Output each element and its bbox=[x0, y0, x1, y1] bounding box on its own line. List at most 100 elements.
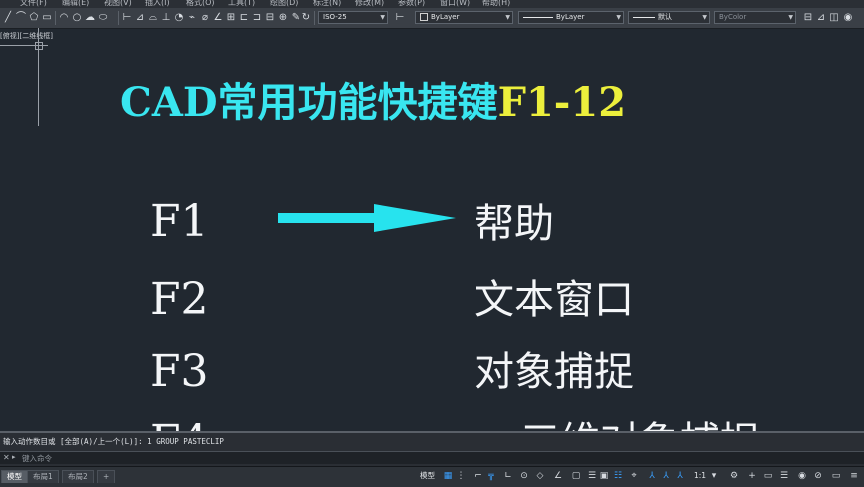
lineweight-select[interactable]: 默认 ▼ bbox=[628, 11, 710, 24]
menu-insert[interactable]: 插入(I) bbox=[145, 0, 170, 8]
slide-title: CAD常用功能快捷键F1-12 bbox=[120, 76, 626, 130]
isolate-objects-icon[interactable]: ◉ bbox=[796, 470, 808, 482]
color-select[interactable]: ByLayer ▼ bbox=[415, 11, 513, 24]
chevron-down-icon[interactable]: ▾ bbox=[708, 470, 720, 482]
circle-icon[interactable]: ○ bbox=[71, 12, 83, 24]
command-history: 输入动作数目或 [全部(A)/上一个(L)]: 1 GROUP PASTECLI… bbox=[3, 437, 224, 446]
customization-icon[interactable]: ≡ bbox=[848, 470, 860, 482]
line-icon[interactable]: ╱ bbox=[2, 12, 14, 24]
menu-draw[interactable]: 绘图(D) bbox=[270, 0, 298, 8]
polyline-icon[interactable]: ⌒ bbox=[15, 12, 27, 24]
command-input-bar[interactable]: ✕ ▸ 键入命令 bbox=[0, 451, 864, 464]
slide-title-main: CAD常用功能快捷键 bbox=[120, 79, 498, 126]
menu-tools[interactable]: 工具(T) bbox=[228, 0, 255, 8]
annotation-visibility-icon[interactable]: ⅄ bbox=[646, 470, 658, 482]
linetype-select[interactable]: ByLayer ▼ bbox=[518, 11, 624, 24]
arrow-shape bbox=[278, 204, 456, 232]
shortcut-desc-f1: 帮助 bbox=[474, 201, 554, 247]
polar-icon[interactable]: ⊙ bbox=[518, 470, 530, 482]
quick-properties-icon[interactable]: ☰ bbox=[778, 470, 790, 482]
cursor-pickbox bbox=[35, 42, 43, 50]
lineweight-sample-icon bbox=[633, 16, 655, 18]
clean-screen-icon[interactable]: ▭ bbox=[830, 470, 842, 482]
dimension-style-select[interactable]: ISO-25 ▼ bbox=[318, 11, 388, 24]
linetype-sample-icon bbox=[523, 16, 553, 18]
cloud-icon[interactable]: ☁ bbox=[84, 12, 96, 24]
dim-style-manager-icon[interactable]: ⊢ bbox=[394, 12, 406, 24]
dim-update-icon[interactable]: ↻ bbox=[300, 12, 312, 24]
menu-help[interactable]: 帮助(H) bbox=[482, 0, 510, 8]
3d-osnap-icon[interactable]: ⌖ bbox=[628, 470, 640, 482]
menu-view[interactable]: 视图(V) bbox=[104, 0, 132, 8]
command-window: 输入动作数目或 [全部(A)/上一个(L)]: 1 GROUP PASTECLI… bbox=[0, 431, 864, 470]
annotation-scale-value[interactable]: 1:1 bbox=[694, 470, 706, 482]
dim-ordinate-icon[interactable]: ⊥ bbox=[160, 12, 172, 24]
slide-title-range: F1-12 bbox=[497, 79, 627, 126]
toolbar-separator bbox=[118, 11, 119, 25]
chevron-down-icon: ▼ bbox=[788, 14, 793, 21]
linetype-value: ByLayer bbox=[556, 13, 585, 21]
isolate-layer-icon[interactable]: ◉ bbox=[842, 12, 854, 24]
dim-radius-icon[interactable]: ◔ bbox=[173, 12, 185, 24]
command-customize-icon[interactable]: ▸ bbox=[12, 453, 16, 461]
dynamic-input-icon[interactable]: ╦ bbox=[485, 470, 497, 482]
menu-modify[interactable]: 修改(M) bbox=[355, 0, 384, 8]
menu-window[interactable]: 窗口(W) bbox=[440, 0, 470, 8]
dim-jogged-icon[interactable]: ⌁ bbox=[186, 12, 198, 24]
tab-model[interactable]: 模型 bbox=[1, 470, 28, 483]
workspace-gear-icon[interactable]: ⚙ bbox=[728, 470, 740, 482]
add-layout-button[interactable]: + bbox=[97, 470, 116, 483]
status-bar: 模型 布局1 布局2 + 模型 ▦ ⋮ ⌐ ╦ ∟ ⊙ ◇ ∠ ▢ ☰ ▣ ☷ … bbox=[0, 466, 864, 487]
center-mark-icon[interactable]: ⊕ bbox=[277, 12, 289, 24]
grid-icon[interactable]: ▦ bbox=[442, 470, 454, 482]
toolbar-separator bbox=[314, 11, 315, 25]
dim-continue-icon[interactable]: ⊐ bbox=[251, 12, 263, 24]
menu-dimension[interactable]: 标注(N) bbox=[313, 0, 341, 8]
dim-angular-icon[interactable]: ∠ bbox=[212, 12, 224, 24]
ellipse-icon[interactable]: ⬭ bbox=[97, 12, 109, 24]
lineweight-icon[interactable]: ☰ bbox=[586, 470, 598, 482]
auto-scale-icon[interactable]: ⅄ bbox=[660, 470, 672, 482]
isodraft-icon[interactable]: ◇ bbox=[534, 470, 546, 482]
units-icon[interactable]: ▭ bbox=[762, 470, 774, 482]
snap-icon[interactable]: ⋮ bbox=[455, 470, 467, 482]
infer-icon[interactable]: ⌐ bbox=[472, 470, 484, 482]
menu-parametric[interactable]: 参数(P) bbox=[398, 0, 425, 8]
dim-baseline-icon[interactable]: ⊏ bbox=[238, 12, 250, 24]
menu-format[interactable]: 格式(O) bbox=[186, 0, 215, 8]
ortho-icon[interactable]: ∟ bbox=[502, 470, 514, 482]
viewport-controls-label[interactable]: [俯视][二维线框] bbox=[0, 31, 53, 41]
close-icon[interactable]: ✕ bbox=[3, 453, 10, 462]
rectangle-icon[interactable]: ▭ bbox=[41, 12, 53, 24]
tab-layout1[interactable]: 布局1 bbox=[27, 470, 59, 483]
dim-aligned-icon[interactable]: ⊿ bbox=[134, 12, 146, 24]
chevron-down-icon: ▼ bbox=[616, 14, 621, 21]
annotation-scale-icon[interactable]: ⅄ bbox=[674, 470, 686, 482]
plot-style-select[interactable]: ByColor ▼ bbox=[714, 11, 796, 24]
model-space-label[interactable]: 模型 bbox=[420, 470, 435, 482]
shortcut-key-f2: F2 bbox=[150, 274, 209, 325]
dim-diameter-icon[interactable]: ⌀ bbox=[199, 12, 211, 24]
transparency-icon[interactable]: ▣ bbox=[598, 470, 610, 482]
selection-cycling-icon[interactable]: ☷ bbox=[612, 470, 624, 482]
command-input[interactable]: 键入命令 bbox=[22, 453, 52, 464]
dim-arc-icon[interactable]: ⌓ bbox=[147, 12, 159, 24]
polygon-icon[interactable]: ⬠ bbox=[28, 12, 40, 24]
layer-states-icon[interactable]: ◫ bbox=[828, 12, 840, 24]
shortcut-desc-f2: 文本窗口 bbox=[474, 277, 634, 323]
toolbar: ╱ ⌒ ⬠ ▭ ◠ ○ ☁ ⬭ ⊢ ⊿ ⌓ ⊥ ◔ ⌁ ⌀ ∠ ⊞ ⊏ ⊐ ⊟ … bbox=[0, 8, 864, 29]
match-layer-icon[interactable]: ⊿ bbox=[815, 12, 827, 24]
arrow-right-icon bbox=[278, 204, 456, 232]
menu-file[interactable]: 文件(F) bbox=[20, 0, 47, 8]
arc-icon[interactable]: ◠ bbox=[58, 12, 70, 24]
menu-edit[interactable]: 编辑(E) bbox=[62, 0, 89, 8]
dim-linear-icon[interactable]: ⊢ bbox=[121, 12, 133, 24]
layer-properties-icon[interactable]: ⊟ bbox=[802, 12, 814, 24]
tab-layout2[interactable]: 布局2 bbox=[62, 470, 94, 483]
hardware-acceleration-icon[interactable]: ⊘ bbox=[812, 470, 824, 482]
annotation-monitor-icon[interactable]: + bbox=[746, 470, 758, 482]
dim-quick-icon[interactable]: ⊞ bbox=[225, 12, 237, 24]
tolerance-icon[interactable]: ⊟ bbox=[264, 12, 276, 24]
object-snap-tracking-icon[interactable]: ∠ bbox=[552, 470, 564, 482]
object-snap-icon[interactable]: ▢ bbox=[570, 470, 582, 482]
